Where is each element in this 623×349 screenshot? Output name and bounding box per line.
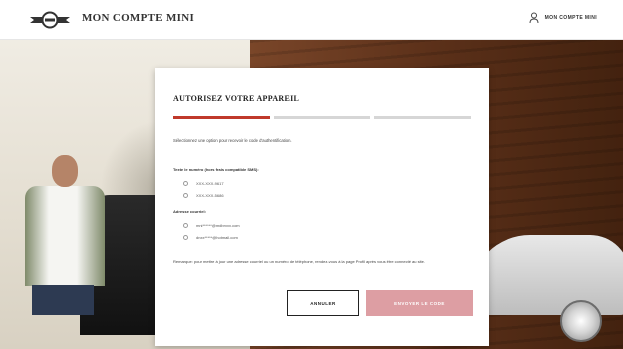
send-code-button-label: ENVOYER LE CODE [394,300,445,306]
send-code-button[interactable]: ENVOYER LE CODE [366,290,473,316]
cancel-button[interactable]: ANNULER [287,290,359,316]
hero-person-head [52,155,78,187]
cancel-button-label: ANNULER [310,300,336,306]
phone-option-2[interactable]: XXX-XXX-5686 [183,193,224,198]
phone-option-text: XXX-XXX-5686 [196,193,224,198]
top-header: MON COMPTE MINI MON COMPTE MINI [0,0,623,40]
progress-step-1 [173,116,270,119]
email-option-text: dnxx*****@hotmail.com [196,235,238,240]
hero-person [25,186,105,286]
modal-intro: Sélectionnez une option pour recevoir le… [173,138,292,143]
progress-steps [173,116,472,119]
progress-step-3 [374,116,472,119]
radio-button[interactable] [183,223,188,228]
email-section-label: Adresse courriel: [173,209,206,214]
account-link-label: MON COMPTE MINI [544,15,597,21]
progress-step-2 [273,116,371,119]
hero-car [470,235,623,315]
phone-option-text: XXX-XXX-9617 [196,181,224,186]
profile-update-note: Remarque: pour mettre à jour une adresse… [173,259,425,264]
radio-button[interactable] [183,235,188,240]
phone-option-1[interactable]: XXX-XXX-9617 [183,181,224,186]
hero-person-legs [32,285,94,315]
radio-button[interactable] [183,193,188,198]
hero-car-headlight [560,300,602,342]
radio-button[interactable] [183,181,188,186]
email-option-1[interactable]: mni******@mdbrxxx.com [183,223,240,228]
email-option-2[interactable]: dnxx*****@hotmail.com [183,235,238,240]
email-option-text: mni******@mdbrxxx.com [196,223,240,228]
authorize-device-modal: AUTORISEZ VOTRE APPAREIL Sélectionnez un… [155,68,489,346]
modal-title: AUTORISEZ VOTRE APPAREIL [173,94,300,103]
account-link[interactable]: MON COMPTE MINI [529,12,597,24]
user-icon [529,12,539,24]
mini-logo-icon[interactable] [30,11,70,29]
phone-section-label: Texte le numéro (hors frais compatible S… [173,167,259,172]
page-title: MON COMPTE MINI [82,12,195,24]
